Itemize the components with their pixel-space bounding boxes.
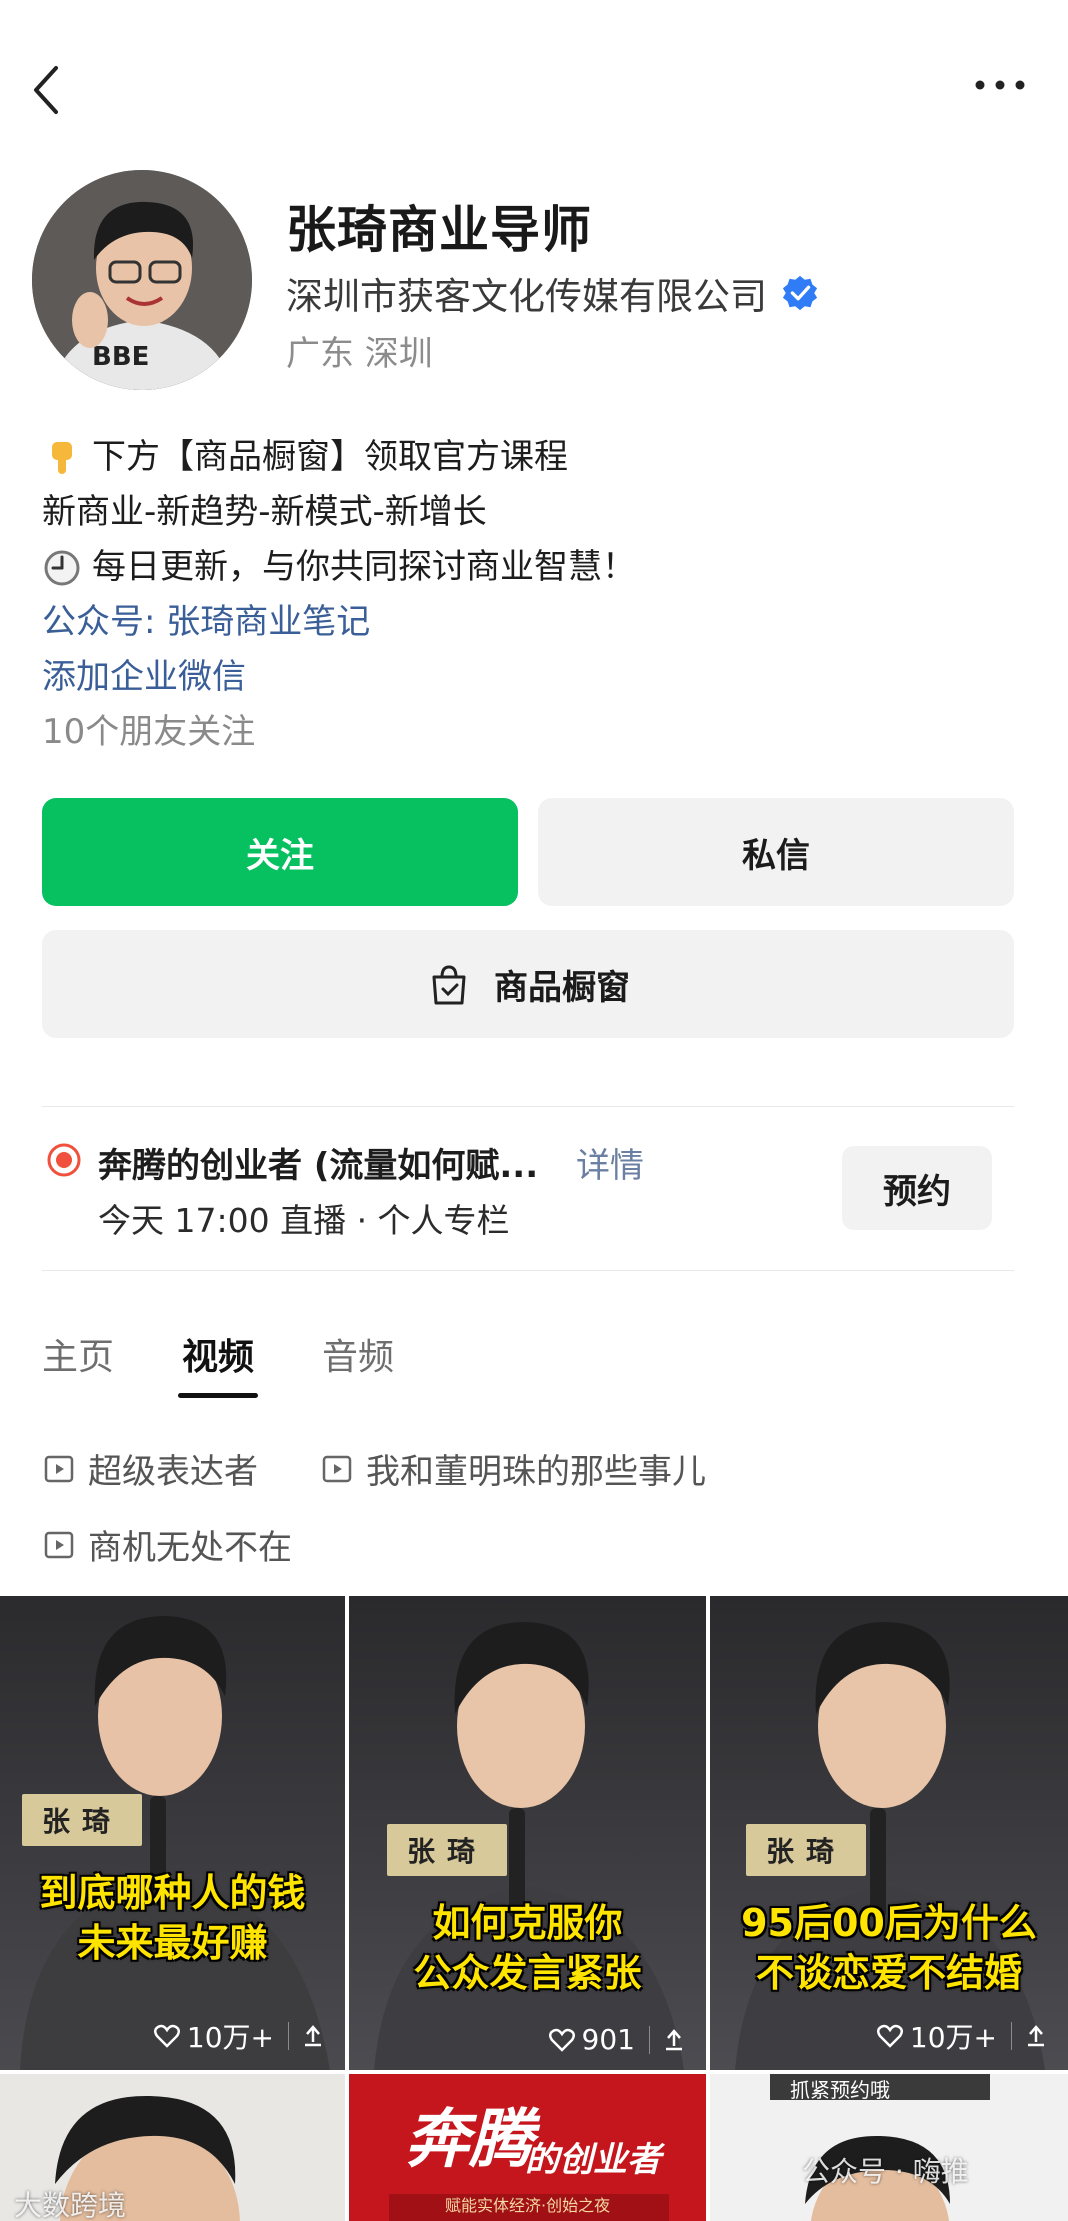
profile-tabs: 主页 视频 音频 — [42, 1328, 462, 1398]
tab-home[interactable]: 主页 — [42, 1328, 114, 1398]
video-caption: 95后00后为什么 不谈恋爱不结婚 — [710, 1898, 1068, 1998]
video-thumbnail[interactable]: 张琦 如何克服你 公众发言紧张 901 — [349, 1596, 706, 2070]
caption-line: 95后00后为什么 — [741, 1901, 1037, 1945]
friends-following[interactable]: 10个朋友关注 — [42, 705, 1042, 760]
video-caption: 到底哪种人的钱 未来最好赚 — [0, 1868, 345, 1968]
avatar[interactable]: BBE — [32, 170, 252, 390]
collection-item[interactable]: 我和董明珠的那些事儿 — [322, 1444, 706, 1493]
live-title[interactable]: 奔腾的创业者 (流量如何赋... — [98, 1138, 538, 1187]
profile-name: 张琦商业导师 — [286, 201, 592, 259]
banner-text: 抓紧预约哦 — [790, 2078, 890, 2102]
like-icon — [153, 2024, 180, 2048]
caption-line: 未来最好赚 — [77, 1921, 268, 1965]
shopping-bag-icon — [432, 965, 466, 1005]
watermark-right: 公众号 · 嗨推 — [802, 2155, 969, 2188]
caption-line: 如何克服你 — [432, 1901, 623, 1945]
like-icon — [548, 2028, 575, 2052]
collection-label: 我和董明珠的那些事儿 — [366, 1452, 706, 1492]
poster-title-2: 的创业者 — [525, 2140, 661, 2180]
caption-line: 到底哪种人的钱 — [39, 1871, 306, 1915]
caption-line: 不谈恋爱不结婚 — [755, 1951, 1022, 1995]
video-stats: 10万+ — [153, 2016, 327, 2056]
video-stats: 10万+ — [876, 2016, 1050, 2056]
speaker-tag: 张琦 — [746, 1824, 867, 1876]
video-thumbnail[interactable]: 张琦 到底哪种人的钱 未来最好赚 10万+ — [0, 1596, 345, 2070]
video-stats: 901 — [548, 2023, 688, 2056]
clock-emoji-icon — [44, 550, 80, 585]
pointing-down-emoji-icon — [52, 441, 72, 474]
watermark-left: 大数跨境 — [14, 2189, 127, 2221]
poster-title: 奔腾 — [405, 2102, 533, 2177]
bio-line-1-text: 下方【商品橱窗】领取官方课程 — [92, 437, 568, 477]
wecom-link[interactable]: 添加企业微信 — [42, 650, 1042, 705]
collection-label: 超级表达者 — [88, 1452, 258, 1492]
poster-subtitle: 赋能实体经济·创始之夜 — [445, 2196, 611, 2215]
divider — [42, 1106, 1014, 1107]
live-detail-link[interactable]: 详情 — [576, 1138, 644, 1187]
video-thumbnail[interactable]: 奔腾 的创业者 赋能实体经济·创始之夜 — [349, 2074, 706, 2221]
video-caption: 如何克服你 公众发言紧张 — [349, 1898, 706, 1998]
company-row[interactable]: 深圳市获客文化传媒有限公司 — [286, 266, 819, 320]
caption-line: 公众发言紧张 — [413, 1951, 642, 1995]
svg-text:BBE: BBE — [92, 342, 149, 372]
collection-item[interactable]: 商机无处不在 — [44, 1520, 292, 1569]
shop-window-label: 商品橱窗 — [494, 967, 630, 1008]
back-arrow-icon[interactable] — [26, 60, 66, 120]
video-collection-icon — [44, 1455, 74, 1482]
video-collection-icon — [44, 1531, 74, 1558]
follow-button[interactable]: 关注 — [42, 798, 518, 906]
video-collection-icon — [322, 1455, 352, 1482]
like-count: 10万+ — [909, 2021, 997, 2054]
video-thumbnail[interactable]: 抓紧预约哦 — [710, 2074, 1068, 2221]
speaker-tag: 张琦 — [22, 1794, 143, 1846]
share-icon[interactable] — [1011, 2022, 1050, 2050]
bio: 下方【商品橱窗】领取官方课程 新商业-新趋势-新模式-新增长 每日更新，与你共同… — [42, 430, 1042, 760]
location: 广东 深圳 — [286, 334, 433, 374]
tab-audio[interactable]: 音频 — [322, 1328, 394, 1398]
tab-videos[interactable]: 视频 — [178, 1328, 259, 1398]
bio-line-3-text: 每日更新，与你共同探讨商业智慧！ — [92, 547, 636, 587]
company-name: 深圳市获客文化传媒有限公司 — [286, 275, 767, 318]
collection-label: 商机无处不在 — [88, 1528, 292, 1568]
share-icon[interactable] — [288, 2022, 327, 2050]
live-schedule: 今天 17:00 直播 · 个人专栏 — [98, 1201, 510, 1240]
official-account-link[interactable]: 公众号: 张琦商业笔记 — [42, 595, 1042, 650]
video-thumbnail[interactable]: 张琦 95后00后为什么 不谈恋爱不结婚 10万+ — [710, 1596, 1068, 2070]
live-indicator-icon — [47, 1143, 81, 1177]
message-button[interactable]: 私信 — [538, 798, 1014, 906]
more-options-icon[interactable] — [972, 70, 1028, 100]
avatar-image: BBE — [32, 170, 252, 390]
collection-item[interactable]: 超级表达者 — [44, 1444, 258, 1493]
top-bar — [0, 0, 1068, 170]
shop-window-button[interactable]: 商品橱窗 — [42, 930, 1014, 1038]
divider — [42, 1270, 1014, 1271]
bio-line-3: 每日更新，与你共同探讨商业智慧！ — [42, 540, 1042, 595]
reserve-button[interactable]: 预约 — [842, 1146, 992, 1230]
like-icon — [876, 2024, 903, 2048]
like-count: 901 — [581, 2023, 635, 2056]
bio-line-1: 下方【商品橱窗】领取官方课程 — [42, 430, 1042, 485]
bio-line-2: 新商业-新趋势-新模式-新增长 — [42, 492, 487, 532]
like-count: 10万+ — [186, 2021, 274, 2054]
verified-badge-icon — [782, 275, 818, 311]
speaker-tag: 张琦 — [387, 1824, 508, 1876]
share-icon[interactable] — [649, 2025, 688, 2054]
